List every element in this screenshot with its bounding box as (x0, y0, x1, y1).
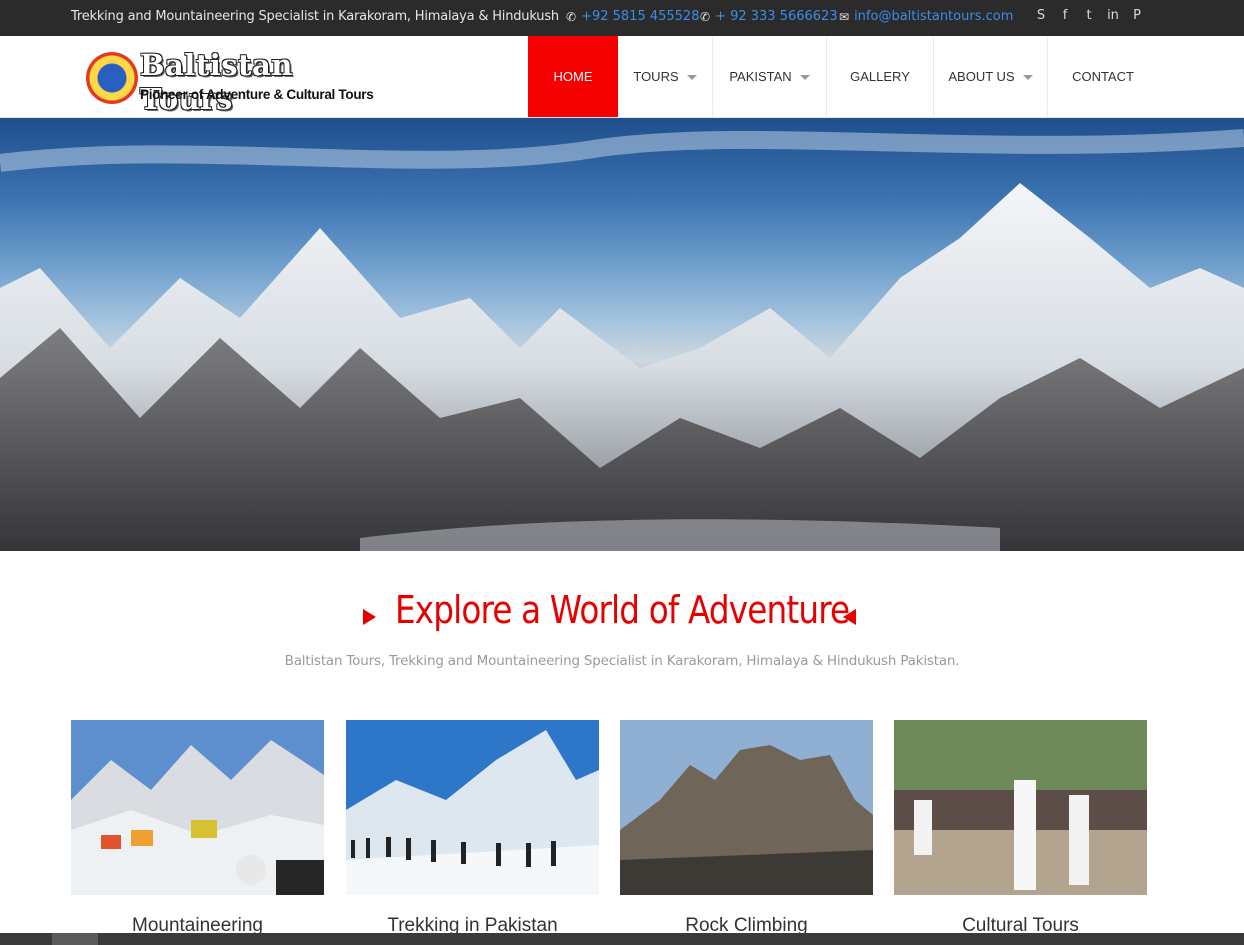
top-bar: Trekking and Mountaineering Specialist i… (0, 0, 1244, 36)
hero-banner (0, 118, 1244, 551)
nav-contact-label: CONTACT (1072, 69, 1134, 84)
explore-section: Explore a World of Adventure (0, 588, 1244, 632)
section-heading: Explore a World of Adventure (394, 588, 850, 632)
phone-icon: ✆ (566, 9, 577, 24)
card-mountaineering[interactable]: Mountaineering (71, 720, 324, 937)
site-header: Baltistan Tours Pioneer of Adventure & C… (0, 36, 1244, 118)
envelope-icon: ✉ (839, 9, 850, 24)
social-links: S f t in P (1034, 7, 1144, 25)
card-cultural-tours[interactable]: Cultural Tours (894, 720, 1147, 937)
nav-about[interactable]: ABOUT US (934, 36, 1048, 117)
pinterest-icon[interactable]: P (1130, 7, 1144, 25)
phone-1-text[interactable]: +92 5815 455528 (581, 9, 699, 24)
twitter-icon[interactable]: t (1082, 7, 1096, 25)
phone-1[interactable]: ✆ +92 5815 455528 (566, 9, 699, 24)
linkedin-icon[interactable]: in (1106, 7, 1120, 25)
phone-icon: ✆ (700, 9, 711, 24)
email-link[interactable]: ✉ info@baltistantours.com (839, 9, 1013, 24)
mountain-illustration (0, 129, 1244, 551)
site-logo[interactable]: Baltistan Tours Pioneer of Adventure & C… (86, 48, 386, 116)
nav-pakistan[interactable]: PAKISTAN (713, 36, 827, 117)
card-trekking[interactable]: Trekking in Pakistan (346, 720, 599, 937)
nav-home-label: HOME (553, 69, 593, 84)
main-nav: HOME TOURS PAKISTAN GALLERY ABOUT US CON… (528, 36, 1158, 117)
nav-pakistan-label: PAKISTAN (729, 69, 792, 84)
nav-home[interactable]: HOME (528, 36, 618, 117)
nav-tours-label: TOURS (633, 69, 679, 84)
phone-2-text[interactable]: + 92 333 5666623 (715, 9, 838, 24)
phone-2[interactable]: ✆ + 92 333 5666623 (700, 9, 838, 24)
top-bar-tagline: Trekking and Mountaineering Specialist i… (71, 9, 559, 24)
card-image[interactable] (346, 720, 599, 895)
card-image[interactable] (620, 720, 873, 895)
taskbar-active-app[interactable] (52, 933, 98, 945)
nav-gallery-label: GALLERY (850, 69, 910, 84)
logo-slogan: Pioneer of Adventure & Cultural Tours (140, 87, 374, 102)
caret-down-icon (1022, 74, 1033, 80)
tour-cards: Mountaineering Trekking in Pakistan Rock… (71, 720, 1147, 945)
nav-tours[interactable]: TOURS (618, 36, 713, 117)
skype-icon[interactable]: S (1034, 7, 1048, 25)
nav-gallery[interactable]: GALLERY (827, 36, 934, 117)
card-image[interactable] (894, 720, 1147, 895)
email-text[interactable]: info@baltistantours.com (854, 9, 1013, 24)
card-image[interactable] (71, 720, 324, 895)
card-rock-climbing[interactable]: Rock Climbing (620, 720, 873, 937)
triangle-left-icon (843, 609, 856, 625)
nav-about-label: ABOUT US (948, 69, 1015, 84)
caret-down-icon (799, 74, 810, 80)
caret-down-icon (686, 74, 697, 80)
logo-badge (86, 52, 138, 104)
section-subtitle: Baltistan Tours, Trekking and Mountainee… (284, 653, 960, 669)
nav-contact[interactable]: CONTACT (1048, 36, 1158, 117)
triangle-right-icon (363, 609, 376, 625)
os-taskbar (0, 933, 1244, 945)
logo-wordmark: Baltistan Tours (140, 48, 293, 116)
facebook-icon[interactable]: f (1058, 7, 1072, 25)
